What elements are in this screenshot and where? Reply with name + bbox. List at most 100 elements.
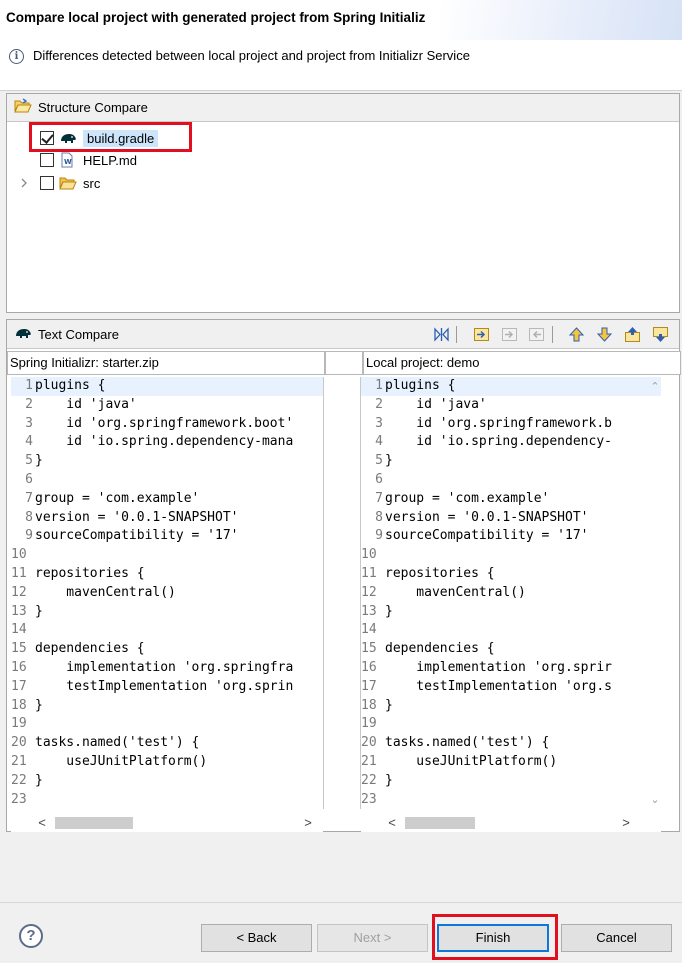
right-horizontal-scrollbar[interactable]: < >: [361, 814, 661, 832]
line-number: 12: [11, 584, 27, 600]
code-line: 10: [361, 546, 385, 565]
line-number: 11: [361, 566, 377, 581]
left-pane-header: Spring Initializr: starter.zip: [7, 351, 325, 375]
next-difference-icon[interactable]: [568, 326, 585, 343]
code-line: 9 sourceCompatibility = '17': [361, 527, 589, 546]
code-line: 20 tasks.named('test') {: [11, 734, 199, 753]
code-text: version = '0.0.1-SNAPSHOT': [35, 509, 239, 525]
next-change-icon[interactable]: [624, 326, 641, 343]
line-number: 22: [11, 772, 27, 788]
line-number: 18: [11, 697, 27, 713]
toolbar-separator: [552, 326, 553, 343]
previous-change-icon[interactable]: [652, 326, 669, 343]
code-line: 20 tasks.named('test') {: [361, 734, 549, 753]
line-number: 5: [375, 453, 383, 469]
wizard-title: Compare local project with generated pro…: [6, 10, 426, 25]
line-number: 21: [11, 754, 27, 769]
left-code-pane[interactable]: 1 plugins {2 id 'java' 3 id 'org.springfra…: [11, 377, 323, 809]
code-text: group = 'com.example': [385, 490, 550, 506]
line-number: 9: [25, 528, 33, 544]
line-number: 15: [361, 641, 377, 657]
previous-difference-icon[interactable]: [596, 326, 613, 343]
line-number: 2: [25, 396, 33, 412]
scroll-right-icon[interactable]: >: [299, 814, 317, 832]
tree-item-src[interactable]: src: [19, 172, 100, 194]
code-line: 19: [11, 715, 35, 734]
code-line: 13}: [361, 603, 393, 622]
line-number: 20: [361, 735, 377, 751]
scroll-thumb[interactable]: [55, 817, 133, 829]
code-line: 17 testImplementation 'org.s: [361, 678, 612, 697]
diff-center-gutter: [323, 377, 361, 809]
src-checkbox[interactable]: [40, 176, 54, 190]
code-text: tasks.named('test') {: [35, 735, 200, 751]
code-text: }: [385, 697, 393, 713]
right-code-pane[interactable]: 1 plugins { 2 id 'java' 3 id 'org.springfra…: [361, 377, 661, 809]
header-separator: [0, 90, 682, 91]
code-line: 8 version = '0.0.1-SNAPSHOT': [361, 509, 588, 528]
code-text: group = 'com.example': [35, 490, 200, 506]
text-compare-title-bar: Text Compare: [7, 320, 679, 349]
code-text: sourceCompatibility = '17': [385, 528, 589, 544]
structure-compare-label: Structure Compare: [38, 100, 148, 115]
code-text: }: [385, 453, 393, 469]
code-line: 18}: [361, 697, 393, 716]
line-number: 1: [375, 378, 383, 393]
help-md-checkbox[interactable]: [40, 153, 54, 167]
highlight-box-finish: [432, 914, 558, 960]
code-text: dependencies {: [35, 641, 145, 657]
scroll-down-icon[interactable]: ⌄: [647, 792, 663, 808]
copy-current-right-to-left-icon[interactable]: [528, 326, 545, 343]
code-line: 7 group = 'com.example': [11, 490, 199, 509]
left-horizontal-scrollbar[interactable]: < >: [11, 814, 323, 832]
chevron-right-icon[interactable]: [19, 176, 40, 191]
code-line: 4 id 'io.spring.dependency-mana: [11, 433, 293, 452]
text-compare-pane: Text Compare Spring Initializr: starter.…: [6, 319, 681, 832]
code-line: 2 id 'java': [11, 396, 137, 415]
line-number: 17: [11, 678, 27, 694]
scroll-up-icon[interactable]: ⌃: [647, 379, 663, 395]
back-button[interactable]: < Back: [201, 924, 312, 952]
line-number: 13: [361, 603, 377, 619]
code-text: dependencies {: [385, 641, 495, 657]
code-line: 21 useJUnitPlatform(): [361, 753, 557, 772]
line-number: 8: [375, 509, 383, 525]
code-line: 18}: [11, 697, 43, 716]
code-text: id 'java': [385, 396, 487, 412]
scroll-left-icon[interactable]: <: [383, 814, 401, 832]
line-number: 1: [25, 378, 33, 393]
wizard-message: Differences detected between local proje…: [33, 48, 470, 63]
code-text: }: [35, 697, 43, 713]
code-line: 16 implementation 'org.springfra: [11, 659, 293, 678]
line-number: 18: [361, 697, 377, 713]
help-icon[interactable]: ?: [19, 924, 43, 948]
code-line: 7 group = 'com.example': [361, 490, 549, 509]
code-text: plugins {: [35, 378, 106, 393]
line-number: 14: [361, 622, 377, 638]
folder-open-icon: [14, 98, 32, 117]
code-text: implementation 'org.springfra: [35, 660, 294, 675]
code-line: 2 id 'java': [361, 396, 487, 415]
code-text: repositories {: [35, 566, 145, 581]
scroll-thumb[interactable]: [405, 817, 475, 829]
line-number: 16: [11, 660, 27, 675]
line-number: 7: [375, 490, 383, 506]
tree-item-help-md[interactable]: W HELP.md: [40, 149, 137, 171]
line-number: 19: [11, 716, 27, 732]
next-button[interactable]: Next >: [317, 924, 428, 952]
code-text: testImplementation 'org.s: [385, 678, 612, 694]
code-text: testImplementation 'org.sprin: [35, 678, 294, 694]
markdown-file-icon: W: [59, 152, 75, 168]
code-text: plugins {: [385, 378, 456, 393]
ignore-whitespace-icon[interactable]: [433, 326, 450, 343]
copy-all-left-to-right-icon[interactable]: [473, 326, 490, 343]
scroll-left-icon[interactable]: <: [33, 814, 51, 832]
code-line: 23: [361, 791, 385, 809]
scroll-right-icon[interactable]: >: [617, 814, 635, 832]
cancel-button[interactable]: Cancel: [561, 924, 672, 952]
copy-current-left-to-right-icon[interactable]: [501, 326, 518, 343]
right-pane-header: Local project: demo: [363, 351, 681, 375]
code-text: implementation 'org.sprir: [385, 660, 612, 675]
code-line: 3 id 'org.springframework.b: [361, 415, 612, 434]
code-line: 23: [11, 791, 35, 809]
